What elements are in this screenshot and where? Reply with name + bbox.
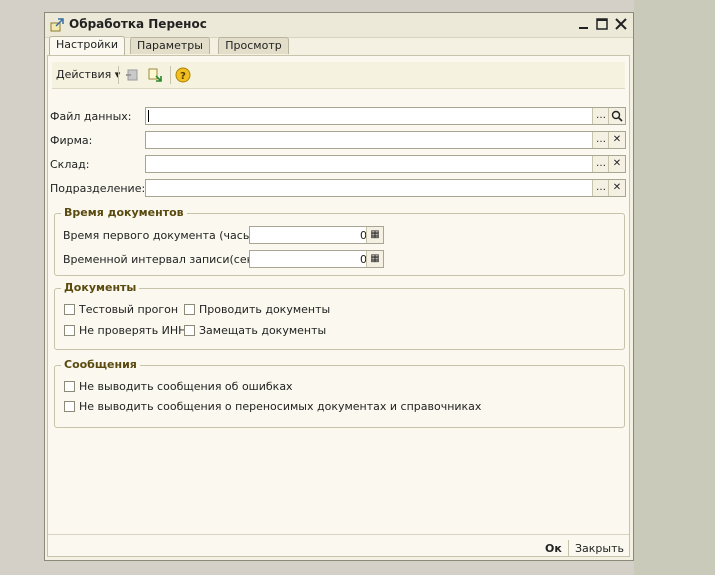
desktop-background xyxy=(634,0,715,575)
messages-group-title: Сообщения xyxy=(61,358,140,371)
clear-icon[interactable]: ✕ xyxy=(608,156,625,172)
first-doc-time-label: Время первого документа (часы): xyxy=(63,229,260,242)
toolbar: Действия ▾ ? xyxy=(52,62,625,89)
documents-group-title: Документы xyxy=(61,281,140,294)
division-label: Подразделение: xyxy=(50,182,146,195)
replace-docs-checkbox[interactable] xyxy=(184,325,195,336)
test-run-label: Тестовый прогон xyxy=(79,303,179,316)
messages-group: Сообщения Не выводить сообщения об ошибк… xyxy=(54,358,625,428)
no-errors-checkbox[interactable] xyxy=(64,381,75,392)
tab-parameters-label: Параметры xyxy=(137,39,203,52)
no-transfer-msgs-checkbox[interactable] xyxy=(64,401,75,412)
close-button[interactable]: Закрыть xyxy=(575,542,624,555)
window-title: Обработка Перенос xyxy=(69,17,207,31)
download-icon[interactable] xyxy=(147,67,163,83)
post-docs-checkbox[interactable] xyxy=(184,304,195,315)
select-button[interactable]: … xyxy=(592,132,609,148)
actions-menu-button[interactable]: Действия ▾ xyxy=(56,68,120,81)
settings-panel: Действия ▾ ? Файл данных: … xyxy=(47,55,630,557)
minimize-icon[interactable] xyxy=(576,16,592,32)
search-icon[interactable] xyxy=(608,108,625,124)
time-group-title: Время документов xyxy=(61,206,187,219)
warehouse-label: Склад: xyxy=(50,158,90,171)
text-cursor xyxy=(148,110,149,122)
warehouse-field[interactable]: … ✕ xyxy=(145,155,626,173)
select-button[interactable]: … xyxy=(592,108,609,124)
clear-icon[interactable]: ✕ xyxy=(608,180,625,196)
clear-icon[interactable]: ✕ xyxy=(608,132,625,148)
division-field[interactable]: … ✕ xyxy=(145,179,626,197)
processing-icon xyxy=(50,18,64,32)
firm-field[interactable]: … ✕ xyxy=(145,131,626,149)
no-inn-check-checkbox[interactable] xyxy=(64,325,75,336)
documents-group: Документы Тестовый прогон Проводить доку… xyxy=(54,281,625,350)
button-separator xyxy=(568,540,569,556)
no-transfer-msgs-label: Не выводить сообщения о переносимых доку… xyxy=(79,400,482,413)
no-errors-label: Не выводить сообщения об ошибках xyxy=(79,380,293,393)
actions-label: Действия xyxy=(56,68,112,81)
tab-preview-label: Просмотр xyxy=(225,39,282,52)
tab-preview[interactable]: Просмотр xyxy=(218,37,289,54)
interval-field[interactable]: 0 ▦ xyxy=(249,250,384,268)
calculator-icon[interactable]: ▦ xyxy=(366,227,383,243)
help-icon[interactable]: ? xyxy=(175,67,191,83)
select-button[interactable]: … xyxy=(592,180,609,196)
data-file-label: Файл данных: xyxy=(50,110,132,123)
post-docs-label: Проводить документы xyxy=(199,303,331,316)
svg-text:?: ? xyxy=(180,71,186,82)
first-doc-time-field[interactable]: 0 ▦ xyxy=(249,226,384,244)
data-file-field[interactable]: … xyxy=(145,107,626,125)
select-button[interactable]: … xyxy=(592,156,609,172)
maximize-icon[interactable] xyxy=(594,16,610,32)
upload-icon[interactable] xyxy=(124,67,140,83)
footer-divider xyxy=(48,534,629,535)
interval-label: Временной интервал записи(сек): xyxy=(63,253,262,266)
tab-settings[interactable]: Настройки xyxy=(49,36,125,55)
test-run-checkbox[interactable] xyxy=(64,304,75,315)
processing-window: Обработка Перенос Настройки Параметры Пр… xyxy=(44,12,634,561)
tab-settings-label: Настройки xyxy=(55,38,119,51)
time-group: Время документов Время первого документа… xyxy=(54,206,625,276)
title-bar[interactable]: Обработка Перенос xyxy=(45,13,633,38)
calculator-icon[interactable]: ▦ xyxy=(366,251,383,267)
close-icon[interactable] xyxy=(613,16,629,32)
replace-docs-label: Замещать документы xyxy=(199,324,327,337)
tab-parameters[interactable]: Параметры xyxy=(130,37,210,54)
toolbar-separator xyxy=(118,66,119,84)
toolbar-separator xyxy=(170,66,171,84)
ok-button[interactable]: Ок xyxy=(545,542,562,555)
no-inn-check-label: Не проверять ИНН xyxy=(79,324,187,337)
firm-label: Фирма: xyxy=(50,134,93,147)
